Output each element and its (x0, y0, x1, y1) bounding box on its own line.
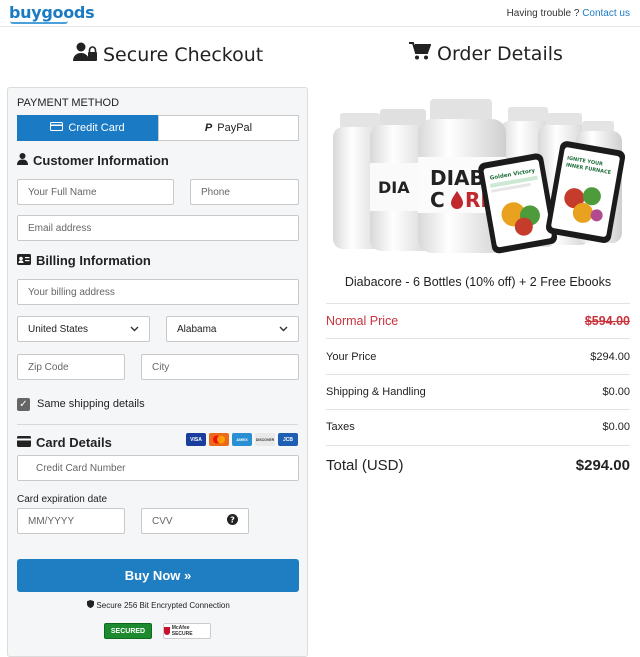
divider (326, 374, 630, 375)
secured-badge-text: SECURED (110, 627, 146, 635)
svg-text:C: C (430, 188, 445, 212)
chevron-down-icon (130, 324, 139, 335)
contact-link[interactable]: Contact us (582, 8, 630, 19)
total-label: Total (USD) (326, 457, 404, 474)
buy-now-button[interactable]: Buy Now » (17, 559, 299, 592)
total-value: $294.00 (575, 457, 630, 474)
customer-info-heading: Customer Information (17, 153, 169, 168)
city-input[interactable]: City (141, 354, 299, 380)
country-select[interactable]: United States (17, 316, 150, 342)
id-card-icon (17, 253, 31, 268)
secure-connection-text: Secure 256 Bit Encrypted Connection (96, 601, 230, 610)
your-price-row: Your Price $294.00 (326, 351, 630, 363)
total-row: Total (USD) $294.00 (326, 457, 630, 474)
expiry-input[interactable]: MM/YYYY (17, 508, 125, 534)
discover-icon: DISCOVER (255, 433, 275, 446)
full-name-input[interactable]: Your Full Name (17, 179, 174, 205)
card-number-input[interactable]: Credit Card Number (17, 455, 299, 481)
user-icon (17, 153, 28, 168)
taxes-value: $0.00 (602, 421, 630, 433)
product-image: DIA DIABA C RE Golden Victory IGNITE YOU… (330, 95, 630, 255)
state-value: Alabama (177, 323, 217, 335)
user-lock-icon (73, 42, 97, 67)
jcb-icon: JCB (278, 433, 298, 446)
card-brand-logos: VISA AMEX DISCOVER JCB (186, 433, 298, 446)
billing-info-title: Billing Information (36, 253, 151, 268)
phone-input[interactable]: Phone (190, 179, 299, 205)
tab-paypal-label: PayPal (217, 122, 253, 134)
top-bar: buygoods Having trouble ? Contact us (0, 0, 640, 27)
mcafee-badge: McAfee SECURE (163, 623, 211, 639)
shipping-value: $0.00 (602, 386, 630, 398)
chevron-down-icon (279, 324, 288, 335)
svg-text:DIA: DIA (378, 178, 410, 197)
tab-credit-card-label: Credit Card (68, 122, 125, 134)
your-price-value: $294.00 (590, 351, 630, 363)
credit-card-icon (17, 435, 31, 450)
visa-icon: VISA (186, 433, 206, 446)
email-input[interactable]: Email address (17, 215, 299, 241)
divider (326, 409, 630, 410)
payment-tabs: Credit Card P PayPal (17, 115, 299, 141)
shipping-label: Shipping & Handling (326, 386, 426, 398)
mcafee-shield-icon (164, 627, 170, 635)
card-details-heading: Card Details (17, 435, 112, 450)
amex-icon: AMEX (232, 433, 252, 446)
country-value: United States (28, 323, 89, 335)
cvv-placeholder: CVV (152, 515, 173, 527)
divider (17, 424, 298, 425)
secured-badge: SECURED (104, 623, 152, 639)
cart-icon (409, 42, 432, 65)
divider (326, 445, 630, 446)
product-bottles-illustration: DIA DIABA C RE Golden Victory IGNITE YOU… (333, 99, 626, 254)
billing-address-input[interactable]: Your billing address (17, 279, 299, 305)
taxes-label: Taxes (326, 421, 355, 433)
order-details-heading: Order Details (409, 42, 563, 65)
tab-credit-card[interactable]: Credit Card (17, 115, 158, 141)
checkout-form-panel: PAYMENT METHOD Credit Card P PayPal Cust… (7, 87, 308, 657)
order-details-title: Order Details (437, 42, 563, 65)
same-shipping-checkbox[interactable]: ✓ (17, 398, 30, 411)
normal-price-value: $594.00 (584, 314, 630, 328)
product-title: Diabacore - 6 Bottles (10% off) + 2 Free… (344, 275, 612, 289)
logo-underline (10, 21, 68, 24)
secure-checkout-heading: Secure Checkout (73, 42, 263, 67)
help-label: Having trouble ? (506, 8, 580, 19)
tab-paypal[interactable]: P PayPal (158, 115, 299, 141)
divider (326, 338, 630, 339)
cvv-input[interactable]: CVV ? (141, 508, 249, 534)
brand-logo[interactable]: buygoods (9, 3, 95, 22)
secure-checkout-title: Secure Checkout (103, 43, 264, 66)
card-details-title: Card Details (36, 435, 112, 450)
question-icon[interactable]: ? (227, 514, 238, 528)
billing-info-heading: Billing Information (17, 253, 151, 268)
divider (326, 303, 630, 304)
credit-card-icon (50, 122, 64, 134)
mastercard-icon (209, 433, 229, 446)
normal-price-label: Normal Price (326, 314, 399, 328)
shipping-row: Shipping & Handling $0.00 (326, 386, 630, 398)
customer-info-title: Customer Information (33, 153, 169, 168)
taxes-row: Taxes $0.00 (326, 421, 630, 433)
zip-code-input[interactable]: Zip Code (17, 354, 125, 380)
paypal-icon: P (204, 122, 213, 134)
your-price-label: Your Price (326, 351, 377, 363)
help-text: Having trouble ? Contact us (507, 8, 630, 19)
same-shipping-label: Same shipping details (37, 398, 145, 410)
normal-price-row: Normal Price $594.00 (326, 314, 630, 328)
secure-connection-note: Secure 256 Bit Encrypted Connection (8, 600, 309, 610)
mcafee-badge-text: McAfee SECURE (171, 625, 193, 637)
payment-method-label: PAYMENT METHOD (17, 97, 120, 109)
state-select[interactable]: Alabama (166, 316, 299, 342)
expiration-label: Card expiration date (17, 494, 108, 505)
svg-text:?: ? (230, 516, 235, 525)
